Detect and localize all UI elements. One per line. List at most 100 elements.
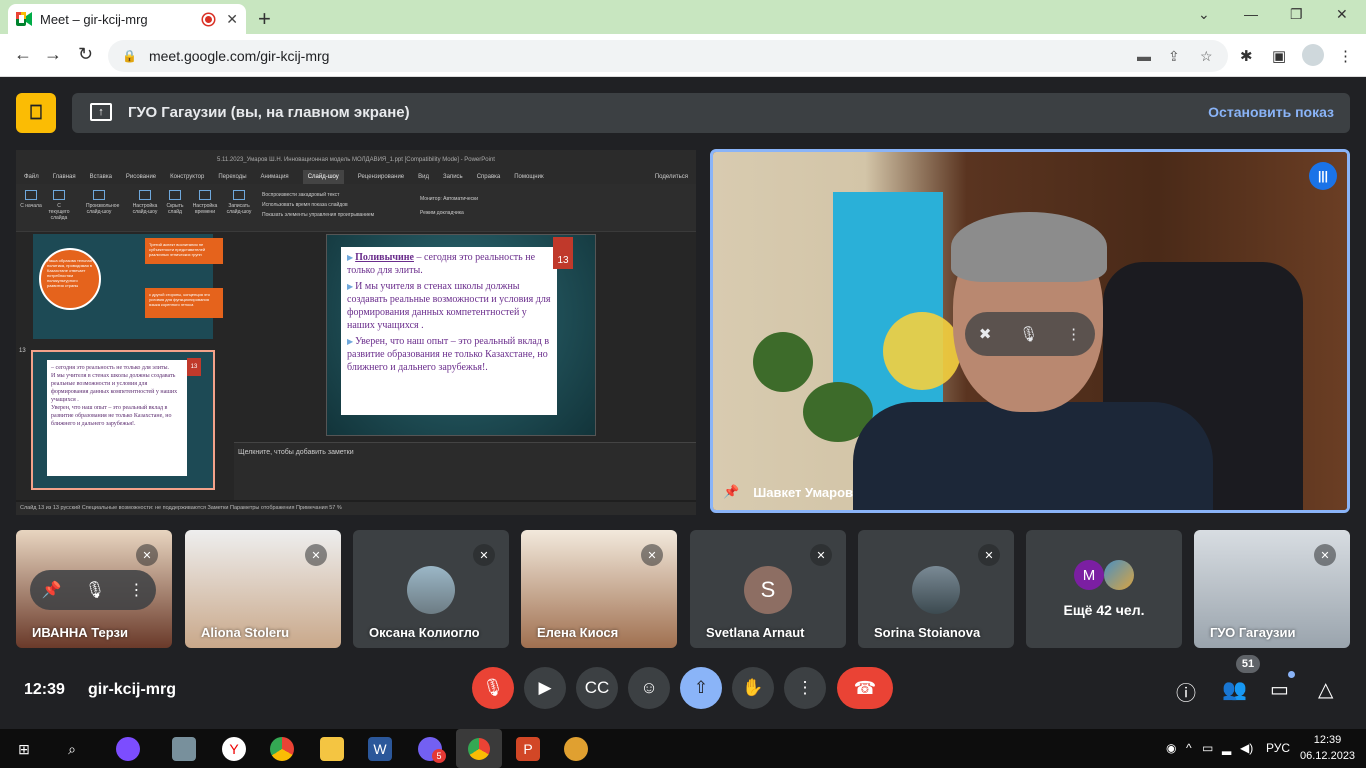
chrome-active-icon[interactable] [456, 729, 502, 768]
powerpoint-icon[interactable]: P [516, 737, 540, 761]
network-icon[interactable]: ▂ [1222, 741, 1231, 755]
control-bar: 12:39 gir-kcij-mrg 🎙 ▶ CC ☺ ⇧ ✋ ⋮ ☎ ⓘ 51… [0, 651, 1366, 729]
avatar [1104, 560, 1134, 590]
profile-avatar[interactable] [1302, 44, 1324, 66]
leave-call-button[interactable]: ☎ [837, 667, 893, 709]
participant-tile[interactable]: ✕ Оксана Колиогло [353, 530, 509, 648]
menu-kebab-icon[interactable]: ⋮ [1338, 47, 1353, 65]
more-options-icon[interactable]: ⋮ [1066, 325, 1081, 343]
windows-taskbar: ⊞ ⌕ Y W 5 P ◉ ^ ▭ ▂ ◀) РУС 12:39 06.12.2… [0, 729, 1366, 768]
mic-off-icon[interactable]: 🎙 [85, 580, 105, 600]
ppt-menu-item: Файл [24, 174, 39, 180]
ppt-ribbon-button: Записать слайд-шоу [226, 190, 252, 215]
ppt-menu-bar: Файл Главная Вставка Рисование Конструкт… [16, 170, 696, 184]
stop-presenting-button[interactable]: Остановить показ [1208, 104, 1334, 120]
camera-blocked-icon[interactable]: ▬ [1137, 48, 1151, 64]
reactions-button[interactable]: ☺ [628, 667, 670, 709]
presenting-banner: ↑ ГУО Гагаузии (вы, на главном экране) О… [72, 93, 1350, 133]
yandex-browser-icon[interactable]: Y [222, 737, 246, 761]
language-indicator[interactable]: РУС [1266, 741, 1290, 755]
participant-tile[interactable]: ✕ S Svetlana Arnaut [690, 530, 846, 648]
slide-text-box: ▶ Поливычине – сегодня это реальность не… [341, 247, 557, 415]
speaking-indicator-icon: ||| [1309, 162, 1337, 190]
ppt-menu-item: Вставка [89, 174, 112, 180]
close-window-button[interactable]: ✕ [1336, 6, 1348, 23]
volume-icon[interactable]: ◀) [1240, 741, 1253, 755]
thumb-circle: Наша образова тельная политика, проводим… [39, 248, 101, 310]
viber-tray-icon[interactable]: ◉ [1166, 741, 1176, 755]
close-tab-icon[interactable]: ✕ [226, 11, 238, 28]
ppt-ribbon-button: Настройка слайд-шоу [132, 190, 158, 215]
mic-icon[interactable]: 🎙 [1019, 325, 1038, 343]
more-options-button[interactable]: ⋮ [784, 667, 826, 709]
captions-button[interactable]: CC [576, 667, 618, 709]
battery-icon[interactable]: ▭ [1202, 741, 1213, 755]
slide-thumbnail-selected: – сегодня это реальность не только для э… [31, 350, 215, 490]
ppt-menu-item: Поделиться [654, 174, 688, 180]
tile-hover-controls: 📌 🎙 ⋮ [30, 570, 156, 610]
ppt-status-bar: Слайд 13 из 13 русский Специальные возмо… [16, 502, 696, 515]
ppt-menu-item-active: Слайд-шоу [302, 170, 344, 184]
avatar: M [1074, 560, 1104, 590]
meeting-clock: 12:39 [24, 681, 65, 698]
active-speaker-tile[interactable]: ||| ✖ 🎙 ⋮ 📌 Шавкет Умаров [710, 149, 1350, 513]
windows-start-icon[interactable]: ⊞ [12, 737, 36, 761]
presentation-logo-icon[interactable]: ⎕ [16, 93, 56, 133]
show-hidden-icons-icon[interactable]: ^ [1186, 741, 1192, 755]
calculator-icon[interactable] [172, 737, 196, 761]
more-options-icon[interactable]: ⋮ [128, 580, 144, 600]
pin-icon: 📌 [723, 484, 740, 499]
thumb-box: Третий аспект воспитания не субъектности… [145, 238, 223, 264]
participant-tile[interactable]: ✕ Елена Киося [521, 530, 677, 648]
ppt-menu-item: Конструктор [170, 174, 205, 180]
avatar [912, 566, 960, 614]
ppt-notes: Щелкните, чтобы добавить заметки [234, 442, 696, 500]
meeting-info-icon[interactable]: ⓘ [1176, 677, 1196, 706]
forward-icon[interactable]: → [44, 44, 62, 65]
word-icon[interactable]: W [368, 737, 392, 761]
activities-icon[interactable]: △ [1318, 677, 1333, 702]
avatar: S [744, 566, 792, 614]
reload-icon[interactable]: ↻ [78, 44, 93, 65]
mic-toggle-button[interactable]: 🎙 [472, 667, 514, 709]
taskbar-time: 12:39 [1313, 734, 1342, 746]
pin-off-icon[interactable]: ✖ [979, 325, 992, 343]
file-explorer-icon[interactable] [320, 737, 344, 761]
raise-hand-button[interactable]: ✋ [732, 667, 774, 709]
address-bar-row: ← → ↻ 🔒 meet.google.com/gir-kcij-mrg ▬ ⇪… [0, 34, 1366, 77]
taskbar-clock[interactable]: 12:39 06.12.2023 [1300, 732, 1355, 764]
participant-tile[interactable]: ✕ Aliona Stoleru [185, 530, 341, 648]
ppt-menu-item: Вид [418, 174, 429, 180]
omnibox[interactable]: 🔒 meet.google.com/gir-kcij-mrg [108, 40, 1228, 72]
participant-tile[interactable]: ✕ ГУО Гагаузии [1194, 530, 1350, 648]
browser-tab-strip: Meet – gir-kcij-mrg ✕ + ⌄ — ❐ ✕ [0, 0, 1366, 34]
extensions-icon[interactable]: ✱ [1240, 47, 1253, 65]
ppt-window-title: 5.11.2023_Умаров Ш.Н. Инновационная моде… [16, 150, 696, 170]
new-tab-button[interactable]: + [258, 6, 271, 32]
search-icon[interactable]: ⌕ [60, 737, 84, 761]
pin-icon[interactable]: 📌 [42, 580, 62, 600]
ppt-menu-item: Рецензирование [357, 174, 405, 180]
more-participants-tile[interactable]: M Ещё 42 чел. [1026, 530, 1182, 648]
share-icon[interactable]: ⇪ [1168, 48, 1180, 65]
mic-off-icon: ✕ [810, 544, 832, 566]
more-participants-label: Ещё 42 чел. [1063, 602, 1145, 618]
tab-search-icon[interactable]: ⌄ [1198, 6, 1210, 23]
thumb-text: – сегодня это реальность не только для э… [47, 360, 187, 476]
camera-toggle-button[interactable]: ▶ [524, 667, 566, 709]
alice-icon[interactable] [116, 737, 140, 761]
chrome-icon[interactable] [270, 737, 294, 761]
present-button[interactable]: ⇧ [680, 667, 722, 709]
browser-tab[interactable]: Meet – gir-kcij-mrg ✕ [8, 4, 246, 34]
restore-button[interactable]: ❐ [1290, 6, 1303, 23]
minimize-button[interactable]: — [1244, 6, 1258, 22]
participant-name: Sorina Stoianova [874, 625, 981, 640]
chat-icon[interactable]: ▭ [1270, 677, 1289, 702]
side-panel-icon[interactable]: ▣ [1272, 47, 1286, 65]
paint-icon[interactable] [564, 737, 588, 761]
participant-tile[interactable]: 📌 🎙 ⋮ ✕ ИВАННА Терзи [16, 530, 172, 648]
bookmark-star-icon[interactable]: ☆ [1200, 48, 1213, 65]
people-icon[interactable]: 👥 [1222, 677, 1247, 702]
back-icon[interactable]: ← [14, 44, 32, 65]
participant-tile[interactable]: ✕ Sorina Stoianova [858, 530, 1014, 648]
